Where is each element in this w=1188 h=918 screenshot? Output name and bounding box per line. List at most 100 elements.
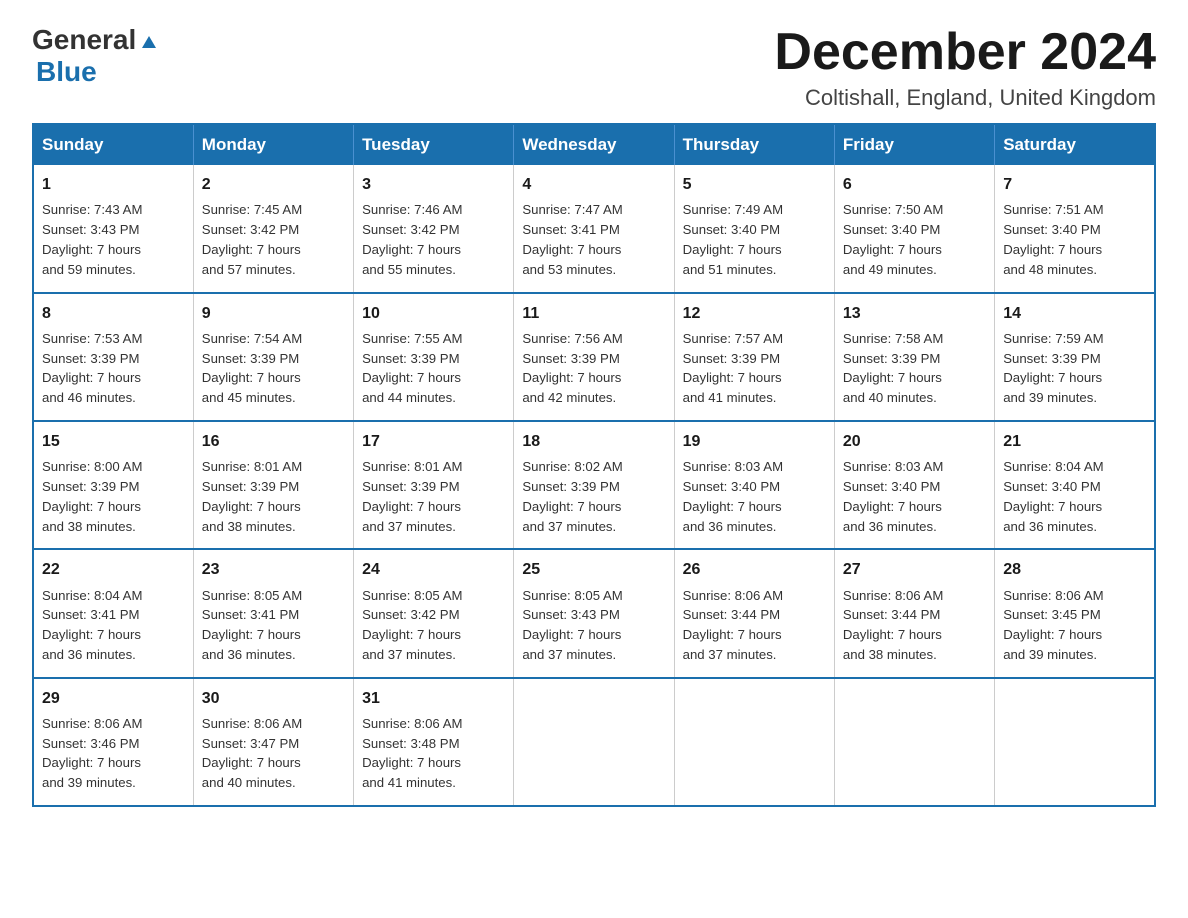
day-number: 9: [202, 302, 345, 325]
calendar-cell: 6 Sunrise: 7:50 AMSunset: 3:40 PMDayligh…: [834, 165, 994, 292]
day-info: Sunrise: 8:05 AMSunset: 3:42 PMDaylight:…: [362, 588, 462, 662]
calendar-week-row: 1 Sunrise: 7:43 AMSunset: 3:43 PMDayligh…: [33, 165, 1155, 292]
column-header-tuesday: Tuesday: [354, 124, 514, 165]
day-number: 7: [1003, 173, 1146, 196]
month-title: December 2024: [774, 24, 1156, 81]
day-info: Sunrise: 8:03 AMSunset: 3:40 PMDaylight:…: [843, 459, 943, 533]
day-number: 29: [42, 687, 185, 710]
location-subtitle: Coltishall, England, United Kingdom: [774, 85, 1156, 111]
day-info: Sunrise: 8:04 AMSunset: 3:41 PMDaylight:…: [42, 588, 142, 662]
day-info: Sunrise: 7:49 AMSunset: 3:40 PMDaylight:…: [683, 202, 783, 276]
day-info: Sunrise: 7:58 AMSunset: 3:39 PMDaylight:…: [843, 331, 943, 405]
day-info: Sunrise: 8:06 AMSunset: 3:44 PMDaylight:…: [683, 588, 783, 662]
day-info: Sunrise: 7:45 AMSunset: 3:42 PMDaylight:…: [202, 202, 302, 276]
day-info: Sunrise: 7:59 AMSunset: 3:39 PMDaylight:…: [1003, 331, 1103, 405]
calendar-cell: 17 Sunrise: 8:01 AMSunset: 3:39 PMDaylig…: [354, 421, 514, 549]
day-number: 8: [42, 302, 185, 325]
calendar-cell: [514, 678, 674, 806]
day-number: 18: [522, 430, 665, 453]
calendar-cell: 1 Sunrise: 7:43 AMSunset: 3:43 PMDayligh…: [33, 165, 193, 292]
day-number: 4: [522, 173, 665, 196]
column-header-wednesday: Wednesday: [514, 124, 674, 165]
day-info: Sunrise: 7:50 AMSunset: 3:40 PMDaylight:…: [843, 202, 943, 276]
day-info: Sunrise: 7:47 AMSunset: 3:41 PMDaylight:…: [522, 202, 622, 276]
calendar-cell: 22 Sunrise: 8:04 AMSunset: 3:41 PMDaylig…: [33, 549, 193, 677]
title-block: December 2024 Coltishall, England, Unite…: [774, 24, 1156, 111]
day-number: 19: [683, 430, 826, 453]
logo-general-text: General: [32, 24, 136, 56]
day-number: 20: [843, 430, 986, 453]
calendar-cell: 11 Sunrise: 7:56 AMSunset: 3:39 PMDaylig…: [514, 293, 674, 421]
day-number: 3: [362, 173, 505, 196]
day-info: Sunrise: 8:03 AMSunset: 3:40 PMDaylight:…: [683, 459, 783, 533]
calendar-cell: 25 Sunrise: 8:05 AMSunset: 3:43 PMDaylig…: [514, 549, 674, 677]
calendar-week-row: 22 Sunrise: 8:04 AMSunset: 3:41 PMDaylig…: [33, 549, 1155, 677]
day-number: 21: [1003, 430, 1146, 453]
calendar-cell: 13 Sunrise: 7:58 AMSunset: 3:39 PMDaylig…: [834, 293, 994, 421]
calendar-header-row: SundayMondayTuesdayWednesdayThursdayFrid…: [33, 124, 1155, 165]
calendar-week-row: 15 Sunrise: 8:00 AMSunset: 3:39 PMDaylig…: [33, 421, 1155, 549]
calendar-cell: 16 Sunrise: 8:01 AMSunset: 3:39 PMDaylig…: [193, 421, 353, 549]
day-info: Sunrise: 8:02 AMSunset: 3:39 PMDaylight:…: [522, 459, 622, 533]
calendar-cell: 26 Sunrise: 8:06 AMSunset: 3:44 PMDaylig…: [674, 549, 834, 677]
calendar-cell: 27 Sunrise: 8:06 AMSunset: 3:44 PMDaylig…: [834, 549, 994, 677]
logo-triangle-icon: [138, 30, 160, 52]
day-info: Sunrise: 8:06 AMSunset: 3:46 PMDaylight:…: [42, 716, 142, 790]
day-number: 16: [202, 430, 345, 453]
column-header-sunday: Sunday: [33, 124, 193, 165]
calendar-table: SundayMondayTuesdayWednesdayThursdayFrid…: [32, 123, 1156, 807]
day-info: Sunrise: 7:56 AMSunset: 3:39 PMDaylight:…: [522, 331, 622, 405]
calendar-cell: 29 Sunrise: 8:06 AMSunset: 3:46 PMDaylig…: [33, 678, 193, 806]
day-number: 1: [42, 173, 185, 196]
calendar-cell: 2 Sunrise: 7:45 AMSunset: 3:42 PMDayligh…: [193, 165, 353, 292]
calendar-cell: 4 Sunrise: 7:47 AMSunset: 3:41 PMDayligh…: [514, 165, 674, 292]
calendar-week-row: 29 Sunrise: 8:06 AMSunset: 3:46 PMDaylig…: [33, 678, 1155, 806]
calendar-cell: 23 Sunrise: 8:05 AMSunset: 3:41 PMDaylig…: [193, 549, 353, 677]
day-number: 5: [683, 173, 826, 196]
column-header-saturday: Saturday: [995, 124, 1155, 165]
calendar-cell: 31 Sunrise: 8:06 AMSunset: 3:48 PMDaylig…: [354, 678, 514, 806]
logo-blue-text: Blue: [36, 56, 97, 87]
day-info: Sunrise: 7:55 AMSunset: 3:39 PMDaylight:…: [362, 331, 462, 405]
calendar-cell: 3 Sunrise: 7:46 AMSunset: 3:42 PMDayligh…: [354, 165, 514, 292]
calendar-cell: 12 Sunrise: 7:57 AMSunset: 3:39 PMDaylig…: [674, 293, 834, 421]
calendar-cell: [834, 678, 994, 806]
day-number: 2: [202, 173, 345, 196]
day-number: 10: [362, 302, 505, 325]
day-number: 12: [683, 302, 826, 325]
day-number: 28: [1003, 558, 1146, 581]
day-info: Sunrise: 7:57 AMSunset: 3:39 PMDaylight:…: [683, 331, 783, 405]
calendar-cell: [674, 678, 834, 806]
day-number: 23: [202, 558, 345, 581]
calendar-cell: [995, 678, 1155, 806]
day-info: Sunrise: 8:06 AMSunset: 3:48 PMDaylight:…: [362, 716, 462, 790]
day-number: 15: [42, 430, 185, 453]
day-info: Sunrise: 8:06 AMSunset: 3:44 PMDaylight:…: [843, 588, 943, 662]
calendar-cell: 19 Sunrise: 8:03 AMSunset: 3:40 PMDaylig…: [674, 421, 834, 549]
calendar-cell: 7 Sunrise: 7:51 AMSunset: 3:40 PMDayligh…: [995, 165, 1155, 292]
calendar-cell: 18 Sunrise: 8:02 AMSunset: 3:39 PMDaylig…: [514, 421, 674, 549]
column-header-thursday: Thursday: [674, 124, 834, 165]
day-number: 17: [362, 430, 505, 453]
day-number: 22: [42, 558, 185, 581]
day-info: Sunrise: 7:46 AMSunset: 3:42 PMDaylight:…: [362, 202, 462, 276]
logo: General Blue: [32, 24, 160, 88]
day-number: 6: [843, 173, 986, 196]
day-info: Sunrise: 8:01 AMSunset: 3:39 PMDaylight:…: [362, 459, 462, 533]
day-info: Sunrise: 8:05 AMSunset: 3:41 PMDaylight:…: [202, 588, 302, 662]
day-info: Sunrise: 8:06 AMSunset: 3:45 PMDaylight:…: [1003, 588, 1103, 662]
calendar-week-row: 8 Sunrise: 7:53 AMSunset: 3:39 PMDayligh…: [33, 293, 1155, 421]
calendar-cell: 15 Sunrise: 8:00 AMSunset: 3:39 PMDaylig…: [33, 421, 193, 549]
calendar-cell: 9 Sunrise: 7:54 AMSunset: 3:39 PMDayligh…: [193, 293, 353, 421]
day-info: Sunrise: 8:04 AMSunset: 3:40 PMDaylight:…: [1003, 459, 1103, 533]
calendar-cell: 28 Sunrise: 8:06 AMSunset: 3:45 PMDaylig…: [995, 549, 1155, 677]
day-info: Sunrise: 7:51 AMSunset: 3:40 PMDaylight:…: [1003, 202, 1103, 276]
column-header-monday: Monday: [193, 124, 353, 165]
calendar-cell: 8 Sunrise: 7:53 AMSunset: 3:39 PMDayligh…: [33, 293, 193, 421]
calendar-cell: 30 Sunrise: 8:06 AMSunset: 3:47 PMDaylig…: [193, 678, 353, 806]
day-info: Sunrise: 8:05 AMSunset: 3:43 PMDaylight:…: [522, 588, 622, 662]
day-info: Sunrise: 8:00 AMSunset: 3:39 PMDaylight:…: [42, 459, 142, 533]
day-number: 13: [843, 302, 986, 325]
day-info: Sunrise: 7:54 AMSunset: 3:39 PMDaylight:…: [202, 331, 302, 405]
day-info: Sunrise: 7:53 AMSunset: 3:39 PMDaylight:…: [42, 331, 142, 405]
